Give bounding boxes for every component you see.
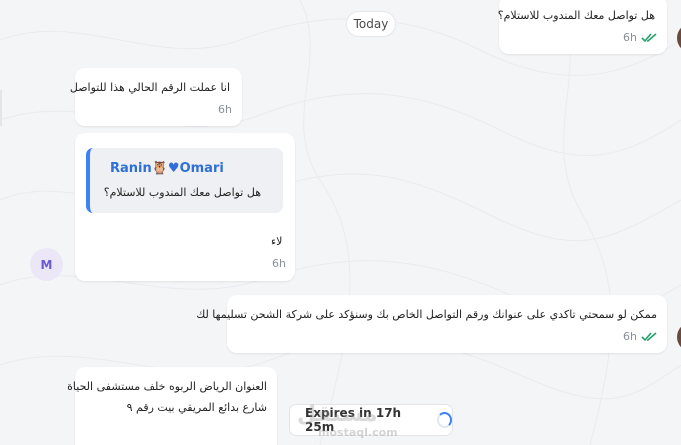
left-edge-divider	[0, 90, 2, 126]
message-time: 6h	[623, 31, 637, 44]
message-text: لاء	[271, 235, 283, 248]
outgoing-message[interactable]: ممكن لو سمحتي تاكدي على عنوانك ورقم التو…	[196, 295, 667, 353]
message-time: 6h	[218, 103, 232, 116]
reply-quote[interactable]: Ranin🦉♥Omari هل تواصل معك المندوب للاستل…	[86, 148, 283, 213]
message-meta: 6h	[218, 103, 232, 116]
message-text: ممكن لو سمحتي تاكدي على عنوانك ورقم التو…	[196, 308, 657, 321]
expiry-indicator: Expires in 17h 25m	[289, 404, 453, 436]
incoming-message[interactable]: العنوان الرياض الربوه خلف مستشفى الحياة …	[67, 367, 277, 445]
message-text-line: العنوان الرياض الربوه خلف مستشفى الحياة	[67, 380, 267, 393]
message-text: هل تواصل معك المندوب للاستلام؟	[497, 9, 655, 22]
double-check-icon	[641, 331, 657, 341]
reply-author: Ranin🦉♥Omari	[110, 161, 224, 176]
reply-text: هل تواصل معك المندوب للاستلام؟	[103, 186, 261, 199]
message-text-line: شارع بدائع المريقي بيت رقم ٩	[126, 401, 267, 414]
outgoing-message[interactable]: هل تواصل معك المندوب للاستلام؟ 6h	[497, 0, 667, 54]
message-time: 6h	[272, 257, 286, 270]
message-meta: 6h	[272, 257, 286, 270]
date-separator: Today	[346, 11, 396, 37]
message-text: انا عملت الرقم الحالي هذا للتواصل	[69, 81, 230, 94]
message-meta: 6h	[623, 330, 657, 343]
double-check-icon	[641, 32, 657, 42]
message-meta: 6h	[623, 31, 657, 44]
incoming-message[interactable]: انا عملت الرقم الحالي هذا للتواصل 6h	[70, 68, 242, 126]
spinner-icon	[437, 412, 452, 428]
expiry-label: Expires in 17h 25m	[305, 406, 402, 434]
contact-avatar[interactable]: M	[30, 248, 63, 281]
message-time: 6h	[623, 330, 637, 343]
